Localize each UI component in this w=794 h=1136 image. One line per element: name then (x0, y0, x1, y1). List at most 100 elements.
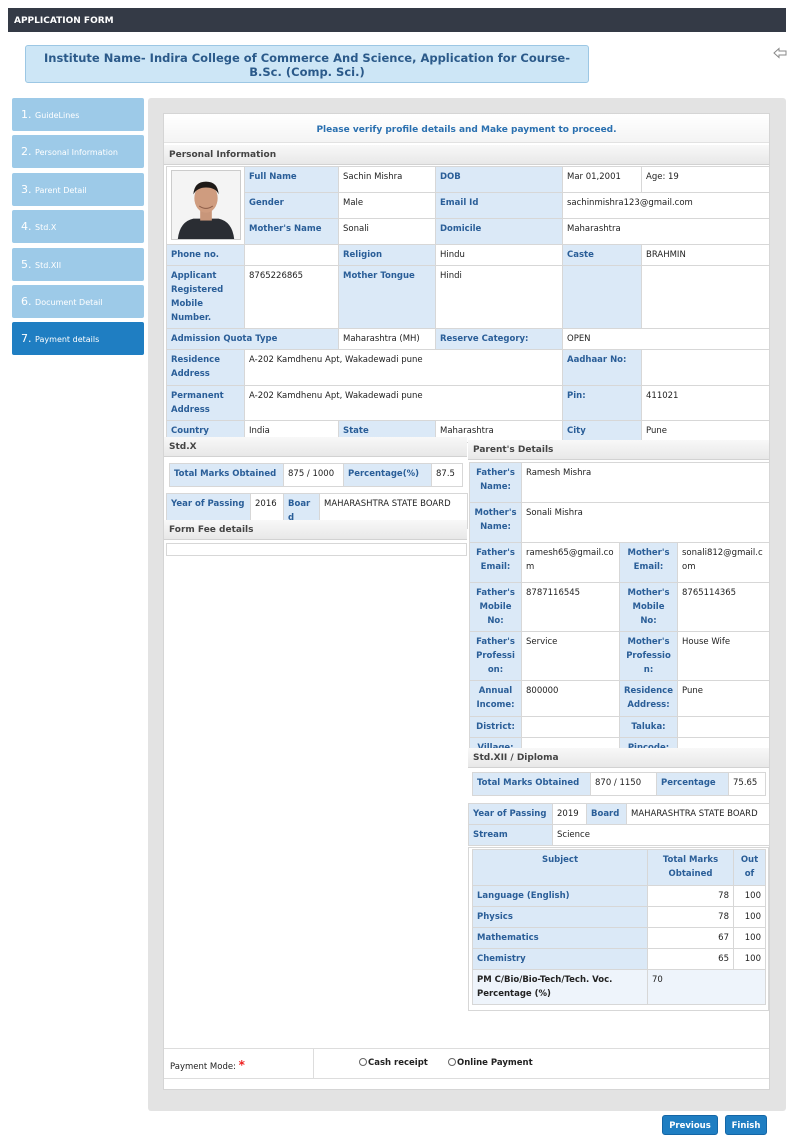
aadhaar-label: Aadhaar No: (562, 349, 642, 386)
father-profession-value: Service (521, 631, 620, 681)
empty-value (641, 265, 770, 329)
mother-mobile-label: Mother's Mobile No: (619, 582, 678, 632)
step-label: Std.X (35, 223, 57, 233)
online-payment-option[interactable]: Online Payment (448, 1058, 533, 1068)
phone-value (244, 244, 339, 266)
stdx-marks-value: 875 / 1000 (283, 463, 344, 487)
taluka-label: Taluka: (619, 716, 678, 738)
payment-mode-label: Payment Mode: (170, 1062, 236, 1072)
stdx-heading: Std.X (164, 437, 467, 457)
mother-profession-label: Mother's Profession: (619, 631, 678, 681)
stdxii-marks-value: 870 / 1150 (590, 772, 657, 796)
district-label: District: (469, 716, 522, 738)
stdxii-year-label: Year of Passing (468, 803, 553, 825)
email-label: Email Id (435, 192, 563, 219)
wizard-steps: 1. GuideLines 2. Personal Information 3.… (12, 98, 144, 360)
app-title: APPLICATION FORM (14, 16, 114, 26)
stdxii-heading: Std.XII / Diploma (468, 748, 769, 768)
father-name-label: Father's Name: (469, 462, 522, 503)
mother-email-value: sonali812@gmail.com (676, 542, 771, 583)
step-document-detail[interactable]: 6. Document Detail (12, 284, 144, 318)
step-guidelines[interactable]: 1. GuideLines (12, 98, 144, 131)
mother-name-label: Mother's Name (244, 218, 339, 245)
subject-outof: 100 (733, 885, 766, 907)
quota-value: Maharashtra (MH) (338, 328, 436, 350)
applicant-photo (170, 170, 241, 240)
required-asterisk: * (238, 1058, 245, 1072)
parents-heading: Parent's Details (468, 440, 769, 460)
step-label: Payment details (35, 335, 100, 345)
stdxii-passing-table: Year of Passing 2019 Board MAHARASHTRA S… (468, 803, 770, 846)
mother-profession-value: House Wife (676, 631, 771, 681)
step-label: Std.XII (35, 260, 62, 270)
annual-income-label: Annual Income: (469, 680, 522, 717)
full-name-label: Full Name (244, 166, 339, 193)
annual-income-value: 800000 (521, 680, 620, 717)
mother-name-label: Mother's Name: (469, 502, 522, 543)
stream-label: Stream (468, 824, 553, 846)
age-value: Age: 19 (641, 166, 770, 193)
stdxii-pct-value: 75.65 (728, 772, 766, 796)
online-payment-radio[interactable] (448, 1058, 456, 1066)
subject-row: Chemistry 65 100 (472, 948, 766, 970)
quota-label: Admission Quota Type (166, 328, 339, 350)
residence-address-label: Residence Address (166, 349, 245, 386)
district-value (521, 716, 620, 738)
empty-label (562, 265, 642, 329)
mother-mobile-value: 8765114365 (676, 582, 771, 632)
step-stdx[interactable]: 4. Std.X (12, 210, 144, 244)
step-personal-information[interactable]: 2. Personal Information (12, 135, 144, 169)
mobile-label: Applicant Registered Mobile Number. (166, 265, 245, 329)
form-fee-box (166, 543, 467, 556)
full-name-value: Sachin Mishra (338, 166, 436, 193)
verify-message: Please verify profile details and Make p… (164, 114, 769, 143)
religion-label: Religion (338, 244, 436, 266)
subject-marks: 67 (647, 927, 734, 949)
payment-divider (313, 1049, 314, 1078)
step-parent-detail[interactable]: 3. Parent Detail (12, 172, 144, 206)
finish-button[interactable]: Finish (725, 1115, 767, 1135)
form-card: Please verify profile details and Make p… (163, 113, 771, 1090)
payment-mode-row: Payment Mode: * Cash receipt Online Paym… (164, 1048, 769, 1079)
father-mobile-value: 8787116545 (521, 582, 620, 632)
gender-value: Male (338, 192, 436, 219)
stdxii-marks-label: Total Marks Obtained (472, 772, 591, 796)
subject-col-header: Subject (472, 849, 648, 886)
step-stdxii[interactable]: 5. Std.XII (12, 247, 144, 281)
subject-marks: 78 (647, 906, 734, 928)
email-value: sachinmishra123@gmail.com (562, 192, 770, 219)
outof-col-header: Out of (733, 849, 766, 886)
subject-row: Physics 78 100 (472, 906, 766, 928)
mother-email-label: Mother's Email: (619, 542, 678, 583)
stdxii-board-label: Board (586, 803, 627, 825)
parent-residence-label: Residence Address: (619, 680, 678, 717)
stream-value: Science (552, 824, 770, 846)
reserve-value: OPEN (562, 328, 770, 350)
step-label: GuideLines (35, 111, 80, 120)
mobile-value: 8765226865 (244, 265, 339, 329)
cash-receipt-option[interactable]: Cash receipt (359, 1058, 428, 1068)
subject-marks: 78 (647, 885, 734, 907)
phone-label: Phone no. (166, 244, 245, 266)
permanent-address-label: Permanent Address (166, 385, 245, 421)
step-payment-details[interactable]: 7. Payment details (12, 322, 144, 356)
stdxii-marks-table: Total Marks Obtained 870 / 1150 Percenta… (472, 772, 766, 796)
subject-marks: 65 (647, 948, 734, 970)
pin-label: Pin: (562, 385, 642, 421)
mother-tongue-value: Hindi (435, 265, 563, 329)
photo-cell (166, 166, 245, 245)
gender-label: Gender (244, 192, 339, 219)
stdxii-pct-label: Percentage (656, 772, 729, 796)
father-name-value: Ramesh Mishra (520, 462, 771, 503)
previous-button[interactable]: Previous (662, 1115, 718, 1135)
subject-name: Mathematics (472, 927, 648, 949)
mother-tongue-label: Mother Tongue (338, 265, 436, 329)
subject-row: Language (English) 78 100 (472, 885, 766, 907)
subject-outof: 100 (733, 927, 766, 949)
father-mobile-label: Father's Mobile No: (469, 582, 522, 632)
permanent-address-value: A-202 Kamdhenu Apt, Wakadewadi pune (244, 385, 563, 421)
father-email-value: ramesh65@gmail.com (521, 542, 620, 583)
cash-receipt-radio[interactable] (359, 1058, 367, 1066)
back-arrow-icon[interactable] (773, 47, 787, 59)
subjects-table: Subject Total Marks Obtained Out of Lang… (472, 849, 766, 1005)
